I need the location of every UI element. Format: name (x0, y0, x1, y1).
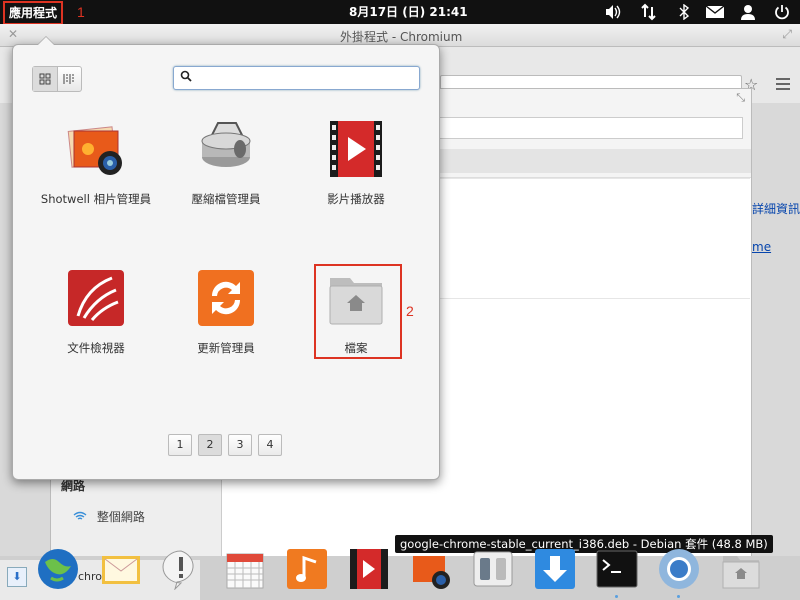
view-mode-toggle (32, 66, 82, 92)
clock[interactable]: 8月17日 (日) 21:41 (349, 0, 468, 24)
launcher-search-field[interactable] (173, 66, 420, 90)
bluetooth-icon[interactable] (672, 0, 696, 24)
switchboard-icon[interactable] (472, 548, 514, 590)
document-viewer-icon (66, 268, 126, 328)
terminal-icon[interactable] (596, 548, 638, 590)
page-button[interactable]: 3 (228, 434, 252, 456)
applications-menu-button[interactable]: 應用程式 (3, 1, 64, 25)
grid-view-icon[interactable] (33, 67, 58, 91)
search-icon (180, 70, 192, 85)
page-button-current[interactable]: 2 (198, 434, 222, 456)
sidebar-item-label: 整個網路 (96, 510, 145, 524)
calendar-icon[interactable] (224, 548, 266, 590)
details-link[interactable]: 詳細資訊 (752, 200, 800, 217)
category-view-icon[interactable] (58, 67, 82, 91)
files-icon[interactable] (720, 548, 762, 590)
side-link[interactable]: me (752, 240, 771, 254)
annotation-number-2: 2 (406, 303, 414, 319)
app-launcher-popover: Shotwell 相片管理員 壓縮檔管理員 影片播放器 文件檢視器 更新管理員 … (12, 36, 440, 480)
app-label: 影片播放器 (327, 192, 385, 206)
download-item-icon[interactable]: ⬇ (7, 567, 27, 587)
app-label: 壓縮檔管理員 (191, 192, 261, 206)
shotwell-icon (66, 119, 126, 179)
notification-icon[interactable] (160, 548, 202, 591)
app-shotwell[interactable]: Shotwell 相片管理員 (36, 119, 156, 229)
menu-icon[interactable] (776, 75, 790, 93)
page-switcher: 1 2 3 4 (168, 434, 288, 456)
music-icon[interactable] (286, 548, 328, 590)
expand-icon[interactable]: ⤡ (736, 91, 745, 105)
maximize-icon[interactable]: ⤢ (782, 27, 792, 42)
running-indicator (677, 595, 680, 598)
mail-icon[interactable] (100, 548, 142, 590)
network-icon[interactable] (637, 0, 661, 24)
app-label: 文件檢視器 (67, 341, 125, 355)
web-browser-icon[interactable] (37, 548, 79, 590)
sidebar-item-entire-network[interactable]: 整個網路 (73, 508, 145, 525)
video-player-icon (326, 119, 386, 179)
app-label: Shotwell 相片管理員 (40, 192, 152, 206)
software-center-icon[interactable] (534, 548, 576, 590)
window-title: 外掛程式 - Chromium (340, 30, 463, 44)
page-button[interactable]: 1 (168, 434, 192, 456)
top-panel: 應用程式 1 8月17日 (日) 21:41 (0, 0, 800, 25)
archive-manager-icon (196, 119, 256, 179)
user-icon[interactable] (736, 0, 760, 24)
power-icon[interactable] (770, 0, 794, 24)
app-document-viewer[interactable]: 文件檢視器 (36, 268, 156, 378)
mail-indicator-icon[interactable] (703, 0, 727, 24)
popover-arrow (37, 36, 55, 45)
video-player-icon[interactable] (348, 548, 390, 590)
wifi-icon (73, 510, 91, 524)
update-manager-icon (196, 268, 256, 328)
app-label: 更新管理員 (197, 341, 255, 355)
highlight-box (314, 264, 402, 359)
download-item-label[interactable]: chro (78, 570, 102, 583)
app-archive-manager[interactable]: 壓縮檔管理員 (166, 119, 286, 229)
app-video-player[interactable]: 影片播放器 (296, 119, 416, 229)
close-icon[interactable]: ✕ (8, 27, 18, 41)
search-input[interactable] (198, 69, 412, 87)
running-indicator (615, 595, 618, 598)
app-update-manager[interactable]: 更新管理員 (166, 268, 286, 378)
volume-icon[interactable] (601, 0, 625, 24)
annotation-number-1: 1 (77, 4, 85, 20)
shotwell-icon[interactable] (410, 548, 452, 590)
page-button[interactable]: 4 (258, 434, 282, 456)
chromium-icon[interactable] (658, 548, 700, 590)
